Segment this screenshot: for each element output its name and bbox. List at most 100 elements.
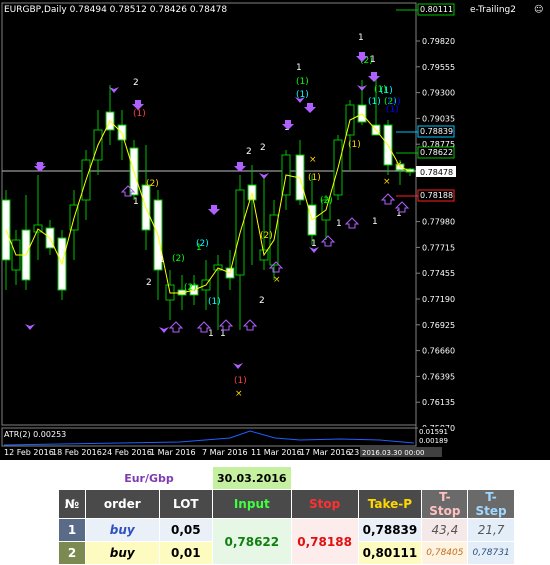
positions-table: Eur/Gbp 30.03.2016 № order LOT Input Sto… — [58, 466, 515, 565]
close-marker-icon: × — [273, 275, 281, 285]
trade-marker-label: 2 — [259, 296, 265, 306]
chart-title: EURGBP,Daily 0.78494 0.78512 0.78426 0.7… — [4, 5, 227, 15]
date-tick-label: 7 Mar 2016 — [202, 448, 248, 457]
trade-marker-label: 1 — [358, 33, 364, 43]
trade-marker-label: 2 — [133, 78, 139, 88]
trade-marker-label: (2) — [146, 179, 159, 189]
atr-label: ATR(2) 0.00253 — [4, 430, 66, 439]
symbol-cell: Eur/Gbp — [85, 466, 213, 490]
input-value: 0,78622 — [212, 518, 292, 565]
arrow-up-icon — [320, 235, 336, 247]
price-tick-label: 0.76395 — [422, 372, 455, 381]
positions-panel: Eur/Gbp 30.03.2016 № order LOT Input Sto… — [58, 466, 515, 565]
symbol-row: Eur/Gbp 30.03.2016 — [58, 466, 515, 490]
header-no: № — [58, 489, 86, 519]
trade-marker-label: 2 — [146, 278, 152, 288]
price-chart[interactable]: 2(1)1(2)21(2)(2)1(2)(1)121(1)2(2)211(1)(… — [0, 0, 550, 460]
order-type: buy — [85, 518, 160, 542]
trade-marker-label: 1 — [159, 255, 165, 265]
trade-marker-label: 2 — [246, 147, 252, 157]
tstep-value: 21,7 — [467, 518, 515, 542]
close-marker-icon: × — [383, 177, 391, 187]
trade-marker-label: (1) — [368, 97, 381, 107]
atr-low-level: 0.00189 — [419, 437, 448, 445]
chart-canvas[interactable]: 2(1)1(2)21(2)(2)1(2)(1)121(1)2(2)211(1)(… — [0, 0, 550, 460]
arrow-down-icon — [304, 103, 316, 113]
price-axis: 0.798200.795550.793000.790350.787750.785… — [416, 37, 455, 433]
take-value: 0,78839 — [357, 518, 423, 542]
trade-marker-label: (2) — [196, 239, 209, 249]
trade-marker-label: (1) — [234, 376, 247, 386]
trade-marker-label: (2) — [260, 231, 273, 241]
trade-marker-label: 1 — [133, 197, 139, 207]
header-stop: Stop — [290, 489, 359, 519]
trade-marker-label: (1) — [308, 173, 321, 183]
trade-marker-label: (1) — [296, 77, 309, 87]
trade-marker-label: (2) — [184, 283, 197, 293]
date-cursor-text: 2016.03.30 00:00 — [362, 449, 424, 457]
indicator-name: e-Trailing2 — [470, 5, 516, 15]
close-marker-icon: × — [309, 155, 317, 165]
stop-value: 0,78188 — [290, 518, 359, 565]
main-pane-frame — [1, 2, 417, 426]
level-text: 0.78839 — [420, 127, 453, 136]
level-text: 0.78622 — [420, 148, 453, 157]
header-order: order — [85, 489, 160, 519]
header-row: № order LOT Input Stop Take-P T-Stop T-S… — [58, 489, 515, 519]
price-tick-label: 0.77455 — [422, 269, 455, 278]
candle-body — [247, 184, 257, 201]
take-value: 0,80111 — [357, 541, 423, 565]
close-marker-icon: × — [235, 389, 243, 399]
header-tstep: T-Step — [467, 489, 515, 519]
trade-marker-label: (2) — [172, 254, 185, 264]
order-type: buy — [85, 541, 160, 565]
arrow-up-icon — [242, 319, 258, 331]
close-marker-icon: × — [395, 160, 403, 170]
arrow-up-icon — [380, 193, 396, 205]
price-tick-label: 0.77715 — [422, 243, 455, 252]
blank-cell — [291, 466, 515, 490]
date-tick-label: 1 Mar 2016 — [150, 448, 196, 457]
atr-high-level: 0.01591 — [419, 428, 448, 436]
trade-marker-label: (1) — [208, 297, 221, 307]
arrow-down-icon — [368, 72, 380, 82]
arrow-up-icon — [344, 217, 360, 229]
header-lot: LOT — [158, 489, 214, 519]
arrow-up-icon — [168, 321, 184, 333]
price-tick-label: 0.77190 — [422, 295, 455, 304]
chevron-marker-icon — [25, 324, 35, 330]
tstep-value: 0,78731 — [467, 541, 515, 565]
date-tick-label: 12 Feb 2016 — [4, 448, 54, 457]
date-tick-label: 24 Feb 2016 — [102, 448, 152, 457]
chevron-marker-icon — [233, 363, 243, 369]
trade-marker-label: 1 — [208, 329, 214, 339]
arrow-down-icon — [208, 205, 220, 215]
trade-marker-label: 1 — [311, 239, 317, 249]
price-tick-label: 0.76925 — [422, 321, 455, 330]
table-row[interactable]: 1 buy 0,05 0,78622 0,78188 0,78839 43,4 … — [58, 518, 515, 565]
price-tick-label: 0.79555 — [422, 63, 455, 72]
header-input: Input — [212, 489, 292, 519]
blank-cell — [58, 466, 86, 490]
price-tick-label: 0.76660 — [422, 347, 455, 356]
price-tick-label: 0.77980 — [422, 218, 455, 227]
trade-marker-label: 1 — [336, 219, 342, 229]
current-price-text: 0.78478 — [420, 168, 453, 177]
price-tick-label: 0.79820 — [422, 37, 455, 46]
level-text: 0.78188 — [420, 191, 453, 200]
trade-marker-label: (1) — [386, 105, 399, 115]
tstop-value: 43,4 — [421, 518, 469, 542]
header-tstop: T-Stop — [421, 489, 469, 519]
trade-marker-label: 1 — [372, 217, 378, 227]
header-take: Take-P — [357, 489, 423, 519]
lot-value: 0,05 — [158, 518, 214, 542]
trade-marker-label: 1 — [384, 148, 390, 158]
trade-markers-layer: 2(1)1(2)21(2)(2)1(2)(1)121(1)2(2)211(1)(… — [25, 33, 410, 399]
trade-marker-label: 1 — [370, 55, 376, 65]
smiley-icon: ☺ — [534, 4, 543, 15]
date-cell: 30.03.2016 — [212, 466, 292, 490]
trade-marker-label: (1) — [133, 109, 146, 119]
level-text: 0.80111 — [420, 5, 453, 14]
trade-marker-label: (2) — [320, 196, 333, 206]
date-tick-label: 17 Mar 2016 — [300, 448, 351, 457]
